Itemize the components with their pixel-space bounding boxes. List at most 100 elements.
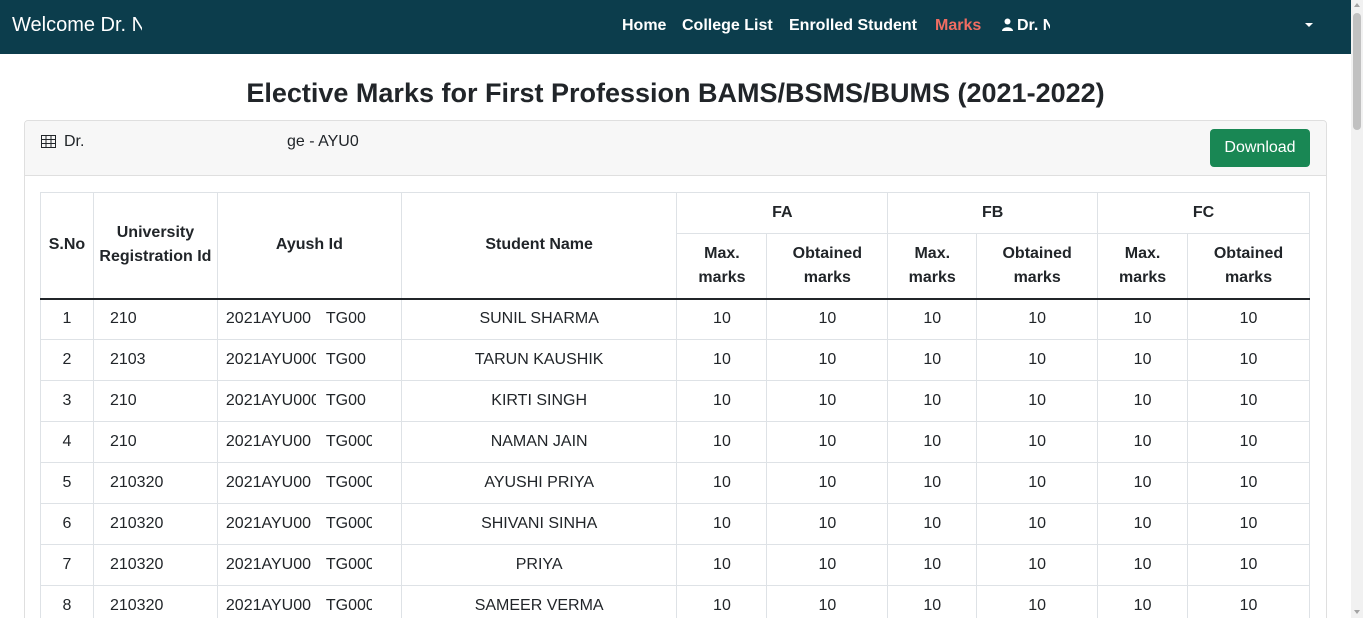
cell-fc-max: 10: [1097, 585, 1189, 618]
header-sno: S.No: [40, 192, 94, 300]
cell-fb-max: 10: [887, 380, 978, 422]
table-row: 1 210 2021AYU00 TG00 SUNIL SHARMA 10 10 1…: [40, 298, 1310, 340]
ayush-id-part: 2021AYU00: [225, 474, 312, 491]
header-fa-max: Max. marks: [676, 233, 768, 300]
cell-ayush-id: 2021AYU00 TG000: [216, 544, 402, 586]
ayush-id-part: 2021AYU000: [225, 351, 316, 368]
user-icon: [1002, 18, 1013, 31]
ayush-id-part: 2021AYU00: [225, 515, 312, 532]
cell-fc-obtained: 10: [1187, 544, 1310, 586]
cell-fa-max: 10: [676, 462, 768, 504]
cell-fc-obtained: 10: [1187, 503, 1310, 545]
nav-enrolled-student[interactable]: Enrolled Student: [789, 17, 917, 35]
cell-ayush-id: 2021AYU00 TG000: [216, 421, 402, 463]
cell-student-name: TARUN KAUSHIK: [400, 339, 678, 381]
cell-student-name: AYUSHI PRIYA: [400, 462, 678, 504]
ayush-id-part: 2021AYU00: [225, 556, 312, 573]
table-row: 6 210320 2021AYU00 TG000 SHIVANI SINHA 10…: [40, 503, 1310, 545]
ayush-id-suffix: TG000: [325, 597, 372, 614]
cell-fb-obtained: 10: [976, 380, 1099, 422]
registration-id-value: 2103200: [109, 597, 164, 614]
cell-registration-id: 210320: [92, 503, 218, 545]
header-student-name: Student Name: [400, 192, 678, 300]
ayush-id-suffix: TG000: [325, 474, 372, 491]
vertical-scrollbar[interactable]: [1351, 0, 1363, 618]
cell-fa-max: 10: [676, 421, 768, 463]
cell-fa-obtained: 10: [766, 462, 889, 504]
nav-marks[interactable]: Marks: [935, 17, 981, 35]
cell-ayush-id: 2021AYU00 TG00: [216, 298, 402, 340]
marks-table: S.No University Registration Id Ayush Id…: [40, 192, 1310, 618]
header-group-fb: FB: [887, 192, 1099, 234]
registration-id-value: 210: [109, 392, 137, 409]
college-name-suffix: ge - AYU0: [287, 133, 359, 150]
header-fa-obtained: Obtained marks: [766, 233, 889, 300]
table-row: 5 210320 2021AYU00 TG000 AYUSHI PRIYA 10 …: [40, 462, 1310, 504]
cell-fa-obtained: 10: [766, 503, 889, 545]
cell-fa-obtained: 10: [766, 298, 889, 340]
cell-sno: 8: [40, 585, 94, 618]
top-navbar: Welcome Dr. N Home College List Enrolled…: [0, 0, 1351, 54]
cell-fa-max: 10: [676, 544, 768, 586]
cell-fc-obtained: 10: [1187, 462, 1310, 504]
cell-ayush-id: 2021AYU00 TG000: [216, 503, 402, 545]
cell-fc-obtained: 10: [1187, 298, 1310, 340]
cell-sno: 2: [40, 339, 94, 381]
cell-fb-obtained: 10: [976, 503, 1099, 545]
ayush-id-suffix: TG00: [325, 310, 366, 328]
cell-ayush-id: 2021AYU000 TG00: [216, 380, 402, 422]
registration-id-value: 210320: [109, 515, 164, 532]
header-fb-max: Max. marks: [887, 233, 978, 300]
cell-fb-max: 10: [887, 298, 978, 340]
scroll-down-arrow-icon[interactable]: [1354, 610, 1360, 614]
cell-fa-max: 10: [676, 585, 768, 618]
cell-fa-max: 10: [676, 503, 768, 545]
cell-ayush-id: 2021AYU00 TG000: [216, 462, 402, 504]
nav-home[interactable]: Home: [622, 17, 666, 35]
cell-fc-max: 10: [1097, 339, 1189, 381]
cell-registration-id: 210: [92, 298, 218, 340]
header-registration-id: University Registration Id: [92, 192, 218, 300]
cell-student-name: SUNIL SHARMA: [400, 298, 678, 340]
cell-fb-max: 10: [887, 585, 978, 618]
cell-fb-max: 10: [887, 503, 978, 545]
cell-fb-obtained: 10: [976, 421, 1099, 463]
cell-fc-max: 10: [1097, 503, 1189, 545]
ayush-id-suffix: TG00: [325, 392, 366, 409]
nav-college-list[interactable]: College List: [682, 17, 773, 35]
cell-fa-obtained: 10: [766, 380, 889, 422]
cell-fc-obtained: 10: [1187, 339, 1310, 381]
cell-student-name: SAMEER VERMA: [400, 585, 678, 618]
user-name: Dr. N: [1017, 17, 1050, 34]
ayush-id-part: 2021AYU00: [225, 310, 312, 328]
table-row: 2 2103 2021AYU000 TG00 TARUN KAUSHIK 10 1…: [40, 339, 1310, 381]
cell-fb-obtained: 10: [976, 585, 1099, 618]
registration-id-value: 210: [109, 433, 137, 450]
cell-fc-obtained: 10: [1187, 421, 1310, 463]
download-button[interactable]: Download: [1210, 129, 1310, 167]
cell-fa-max: 10: [676, 298, 768, 340]
cell-student-name: SHIVANI SINHA: [400, 503, 678, 545]
ayush-id-suffix: TG000: [325, 515, 372, 532]
ayush-id-part: 2021AYU00: [225, 597, 312, 614]
registration-id-value: 2103: [109, 351, 146, 368]
cell-sno: 3: [40, 380, 94, 422]
cell-student-name: PRIYA: [400, 544, 678, 586]
scroll-thumb[interactable]: [1353, 13, 1361, 130]
cell-fc-max: 10: [1097, 298, 1189, 340]
caret-down-icon[interactable]: [1305, 23, 1313, 27]
cell-fb-max: 10: [887, 339, 978, 381]
cell-sno: 4: [40, 421, 94, 463]
cell-fa-max: 10: [676, 339, 768, 381]
table-row: 4 210 2021AYU00 TG000 NAMAN JAIN 10 10 10…: [40, 421, 1310, 463]
cell-sno: 6: [40, 503, 94, 545]
header-fc-max: Max. marks: [1097, 233, 1189, 300]
cell-fc-obtained: 10: [1187, 380, 1310, 422]
registration-id-value: 210320: [109, 556, 164, 573]
user-menu[interactable]: Dr. N: [1002, 17, 1050, 35]
card-header: Dr. ge - AYU0 Download: [25, 121, 1326, 176]
scroll-up-arrow-icon[interactable]: [1354, 3, 1360, 7]
cell-ayush-id: 2021AYU00 TG000: [216, 585, 402, 618]
header-group-fc: FC: [1097, 192, 1310, 234]
registration-id-value: 210320: [109, 474, 164, 491]
